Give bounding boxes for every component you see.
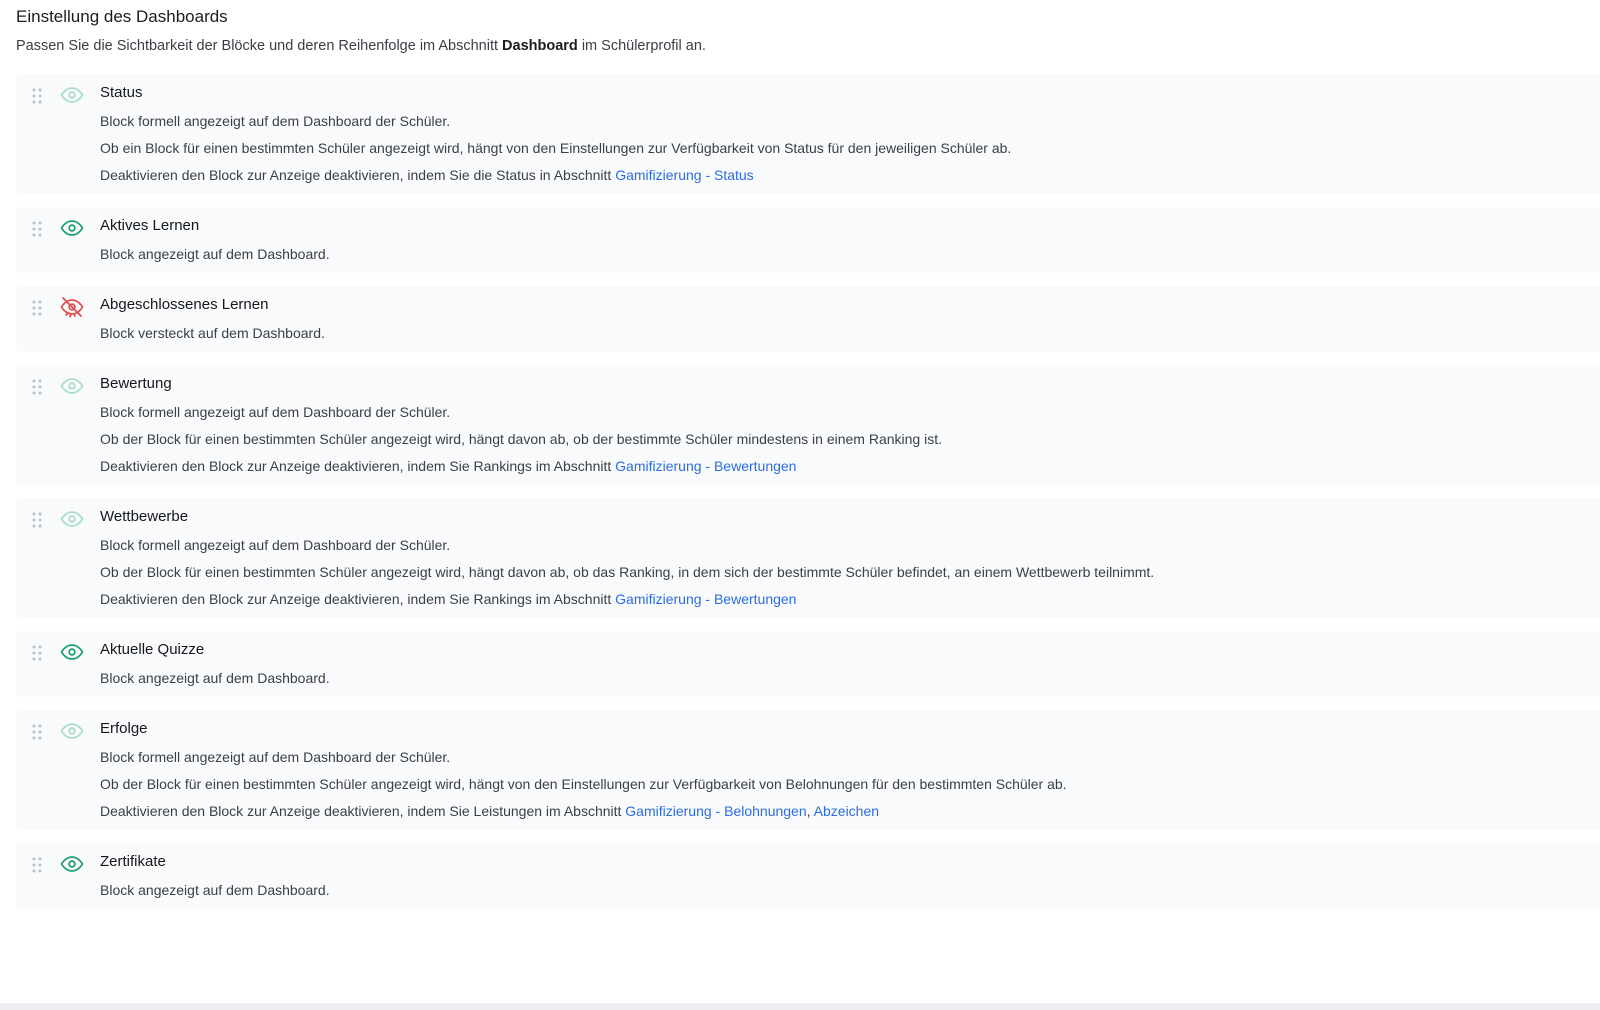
eye-icon[interactable] bbox=[59, 851, 85, 877]
eye-icon[interactable] bbox=[59, 373, 85, 399]
block-line2: Ob ein Block für einen bestimmten Schüle… bbox=[100, 140, 1012, 156]
block-title: Abgeschlossenes Lernen bbox=[100, 296, 269, 313]
drag-handle-icon[interactable] bbox=[31, 220, 43, 238]
gamification-link[interactable]: Gamifizierung - Belohnungen bbox=[625, 803, 806, 819]
block-line3: Deaktivieren den Block zur Anzeige deakt… bbox=[100, 457, 1600, 476]
drag-handle-icon[interactable] bbox=[31, 87, 43, 105]
drag-handle-icon[interactable] bbox=[31, 723, 43, 741]
block-title: Status bbox=[100, 84, 143, 101]
drag-handle-icon[interactable] bbox=[31, 511, 43, 529]
eye-icon[interactable] bbox=[59, 82, 85, 108]
eye-icon[interactable] bbox=[59, 718, 85, 744]
page-title: Einstellung des Dashboards bbox=[16, 7, 228, 26]
dashboard-block-list: Status Block formell angezeigt auf dem D… bbox=[16, 74, 1600, 909]
eye-icon[interactable] bbox=[59, 215, 85, 241]
block-hint-text: Deaktivieren den Block zur Anzeige deakt… bbox=[100, 167, 616, 183]
description-text-end: im Schülerprofil an. bbox=[577, 38, 706, 54]
block-hint-text: Deaktivieren den Block zur Anzeige deakt… bbox=[100, 591, 616, 607]
block-line1: Block formell angezeigt auf dem Dashboar… bbox=[100, 404, 451, 420]
eye-off-icon[interactable] bbox=[59, 294, 85, 320]
page-description: Passen Sie die Sichtbarkeit der Blöcke u… bbox=[16, 36, 1600, 56]
badges-link[interactable]: Abzeichen bbox=[814, 803, 879, 819]
eye-icon[interactable] bbox=[59, 506, 85, 532]
drag-handle-icon[interactable] bbox=[31, 644, 43, 662]
dashboard-block-1: Status Block formell angezeigt auf dem D… bbox=[16, 74, 1600, 194]
dashboard-block-3: Abgeschlossenes Lernen Block versteckt a… bbox=[16, 286, 1600, 352]
block-line2: Ob der Block für einen bestimmten Schüle… bbox=[100, 776, 1067, 792]
eye-icon[interactable] bbox=[59, 639, 85, 665]
block-line3: Deaktivieren den Block zur Anzeige deakt… bbox=[100, 590, 1600, 609]
block-hint-text: Deaktivieren den Block zur Anzeige deakt… bbox=[100, 458, 616, 474]
block-line2: Ob der Block für einen bestimmten Schüle… bbox=[100, 431, 942, 447]
gamification-link[interactable]: Gamifizierung - Bewertungen bbox=[615, 591, 796, 607]
dashboard-block-6: Aktuelle Quizze Block angezeigt auf dem … bbox=[16, 631, 1600, 697]
block-title: Erfolge bbox=[100, 720, 148, 737]
block-title: Zertifikate bbox=[100, 853, 166, 870]
block-title: Aktives Lernen bbox=[100, 217, 200, 234]
block-title: Wettbewerbe bbox=[100, 508, 189, 525]
dashboard-block-8: Zertifikate Block angezeigt auf dem Dash… bbox=[16, 843, 1600, 909]
description-text: Passen Sie die Sichtbarkeit der Blöcke u… bbox=[16, 38, 503, 54]
link-separator: , bbox=[806, 803, 814, 819]
dashboard-block-7: Erfolge Block formell angezeigt auf dem … bbox=[16, 710, 1600, 830]
dashboard-block-2: Aktives Lernen Block angezeigt auf dem D… bbox=[16, 207, 1600, 273]
block-line1: Block versteckt auf dem Dashboard. bbox=[100, 325, 325, 341]
block-title: Aktuelle Quizze bbox=[100, 641, 205, 658]
description-section-name: Dashboard bbox=[502, 38, 578, 54]
bottom-divider bbox=[0, 1003, 1600, 1010]
block-line1: Block formell angezeigt auf dem Dashboar… bbox=[100, 113, 451, 129]
drag-handle-icon[interactable] bbox=[31, 299, 43, 317]
block-line2: Ob der Block für einen bestimmten Schüle… bbox=[100, 564, 1155, 580]
block-line3: Deaktivieren den Block zur Anzeige deakt… bbox=[100, 166, 1600, 185]
block-line1: Block angezeigt auf dem Dashboard. bbox=[100, 246, 330, 262]
block-line1: Block angezeigt auf dem Dashboard. bbox=[100, 670, 330, 686]
block-line1: Block angezeigt auf dem Dashboard. bbox=[100, 882, 330, 898]
drag-handle-icon[interactable] bbox=[31, 378, 43, 396]
block-line3: Deaktivieren den Block zur Anzeige deakt… bbox=[100, 802, 1600, 821]
block-line1: Block formell angezeigt auf dem Dashboar… bbox=[100, 749, 451, 765]
gamification-link[interactable]: Gamifizierung - Bewertungen bbox=[615, 458, 796, 474]
block-title: Bewertung bbox=[100, 375, 172, 392]
dashboard-block-4: Bewertung Block formell angezeigt auf de… bbox=[16, 365, 1600, 485]
drag-handle-icon[interactable] bbox=[31, 856, 43, 874]
dashboard-block-5: Wettbewerbe Block formell angezeigt auf … bbox=[16, 498, 1600, 618]
block-line1: Block formell angezeigt auf dem Dashboar… bbox=[100, 537, 451, 553]
block-hint-text: Deaktivieren den Block zur Anzeige deakt… bbox=[100, 803, 626, 819]
gamification-link[interactable]: Gamifizierung - Status bbox=[615, 167, 754, 183]
dashboard-settings-page: Einstellung des Dashboards Passen Sie di… bbox=[0, 0, 1600, 1010]
